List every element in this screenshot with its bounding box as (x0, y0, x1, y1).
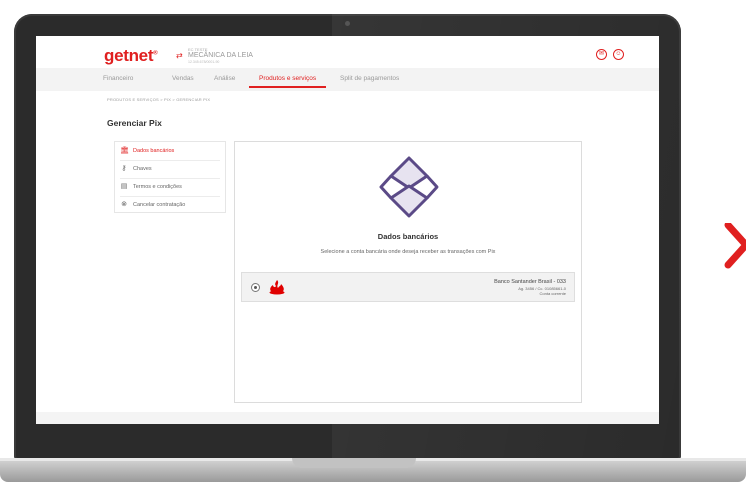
main-nav: Financeiro Vendas Análise Produtos e ser… (36, 68, 659, 91)
chat-icon[interactable]: ✉ (596, 49, 607, 60)
screen: getnet® ⇄ EC TESTE MECÂNICA DA LEIA 12.3… (36, 36, 659, 424)
breadcrumb: PRODUTOS E SERVIÇOS > PIX > GERENCIAR PI… (107, 97, 211, 102)
nav-item-analise[interactable]: Análise (214, 75, 235, 82)
menu-item-termos-e-condicoes[interactable]: ▤ Termos e condições (115, 178, 227, 196)
bank-account-option[interactable]: Banco Santander Brasil - 033 Ag. 3456 / … (241, 272, 575, 302)
store-name: MECÂNICA DA LEIA (188, 52, 253, 59)
side-menu: 🏛 Dados bancários ⚷ Chaves ▤ Termos e co… (114, 141, 226, 213)
cancel-icon: ⊗ (121, 201, 127, 208)
getnet-logo[interactable]: getnet® (104, 46, 158, 66)
user-icon[interactable]: ☺ (613, 49, 624, 60)
menu-item-label: Termos e condições (133, 184, 182, 190)
menu-item-label: Dados bancários (133, 148, 175, 154)
document-icon: ▤ (120, 183, 128, 190)
menu-item-cancelar-contratacao[interactable]: ⊗ Cancelar contratação (115, 196, 227, 214)
pix-logo-icon (379, 156, 439, 218)
footer-strip (36, 412, 659, 424)
key-icon: ⚷ (121, 165, 127, 172)
nav-active-underline (249, 86, 326, 88)
menu-item-chaves[interactable]: ⚷ Chaves (115, 160, 227, 178)
account-radio[interactable] (251, 283, 260, 292)
chevron-right-icon (724, 223, 746, 269)
camera-dot (345, 21, 350, 26)
nav-item-vendas[interactable]: Vendas (172, 75, 194, 82)
card-description: Selecione a conta bancária onde deseja r… (320, 249, 496, 255)
laptop-base-notch (292, 458, 416, 468)
menu-item-label: Cancelar contratação (133, 202, 186, 208)
app-header: getnet® ⇄ EC TESTE MECÂNICA DA LEIA 12.3… (36, 36, 659, 66)
bank-name: Banco Santander Brasil - 033 (494, 279, 566, 285)
store-document: 12.345.678/0001-90 (188, 60, 220, 64)
bank-icon: 🏛 (120, 147, 129, 154)
menu-item-label: Chaves (133, 166, 152, 172)
bank-data-card: Dados bancários Selecione a conta bancár… (234, 141, 582, 403)
bank-account-type: Conta corrente (539, 291, 566, 296)
page-title: Gerenciar Pix (107, 118, 162, 128)
card-title: Dados bancários (377, 232, 439, 241)
nav-item-financeiro[interactable]: Financeiro (103, 75, 133, 82)
swap-icon: ⇄ (176, 51, 183, 60)
nav-item-split-de-pagamentos[interactable]: Split de pagamentos (340, 75, 399, 82)
menu-item-dados-bancarios[interactable]: 🏛 Dados bancários (115, 142, 227, 160)
santander-logo-icon (269, 280, 285, 295)
nav-item-produtos-e-servicos[interactable]: Produtos e serviços (259, 75, 316, 82)
